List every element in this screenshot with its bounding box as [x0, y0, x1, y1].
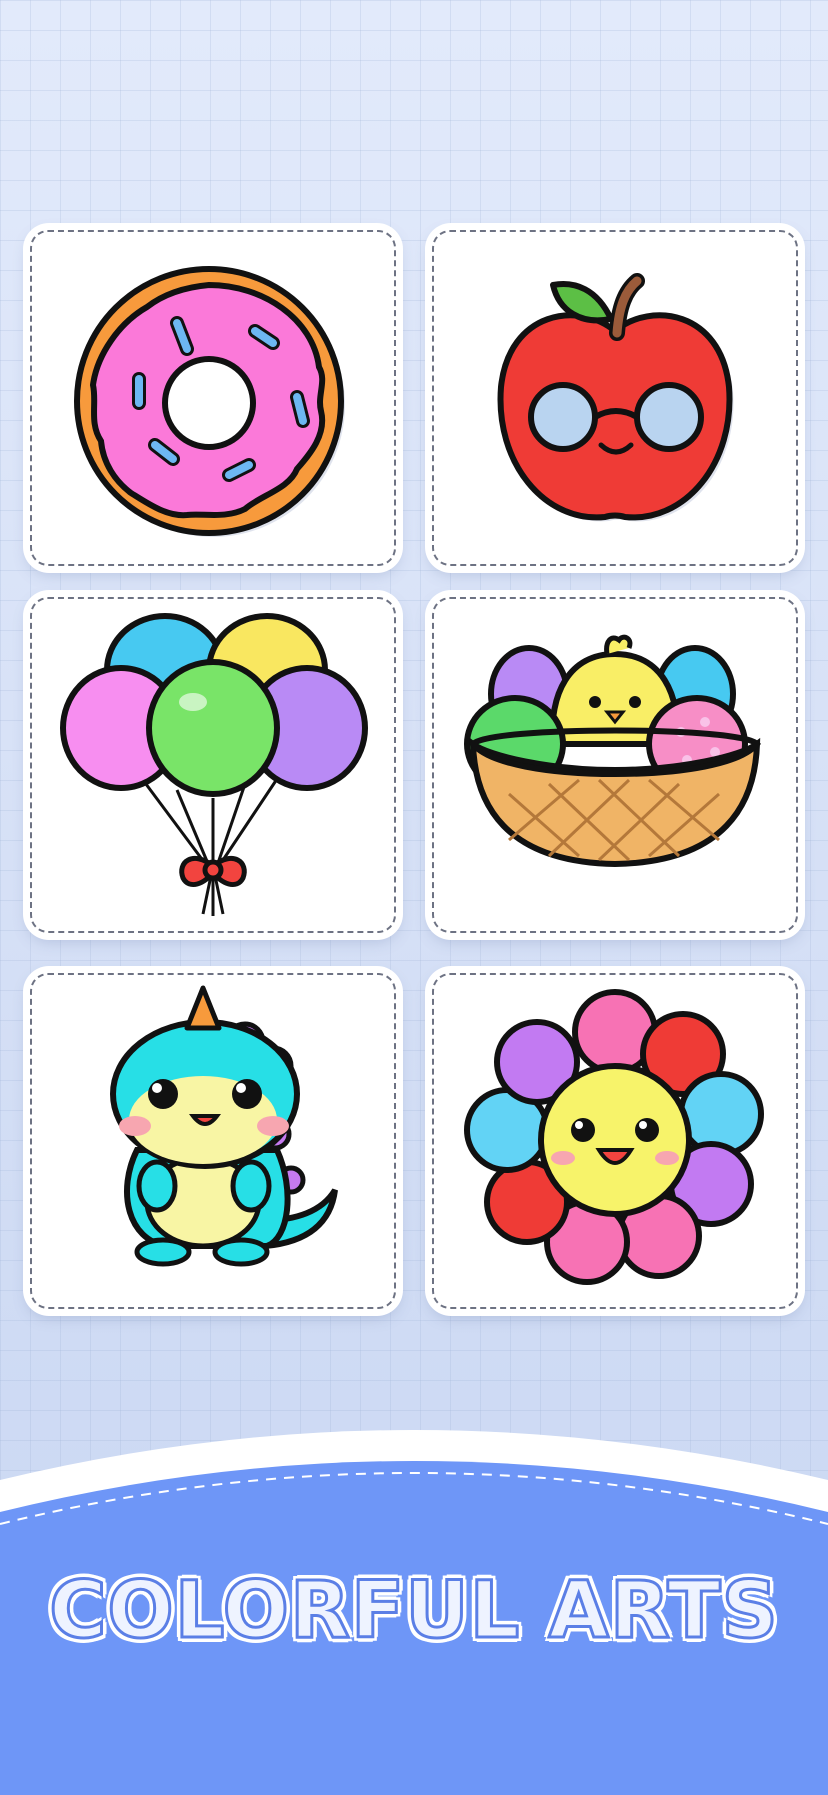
balloons-card[interactable]	[27, 594, 399, 936]
dinosaur-card[interactable]	[27, 970, 399, 1312]
donut-card[interactable]	[27, 227, 399, 569]
balloons-icon	[60, 613, 368, 916]
banner-title: COLORFUL ARTS	[48, 1565, 780, 1658]
chick-basket-icon	[464, 634, 761, 868]
flower-card[interactable]	[429, 970, 801, 1312]
donut-icon	[74, 266, 345, 537]
dinosaur-icon	[110, 985, 338, 1267]
apple-card[interactable]	[429, 227, 801, 569]
apple-icon	[497, 273, 734, 522]
flower-icon	[464, 989, 764, 1285]
chick-basket-card[interactable]	[429, 594, 801, 936]
